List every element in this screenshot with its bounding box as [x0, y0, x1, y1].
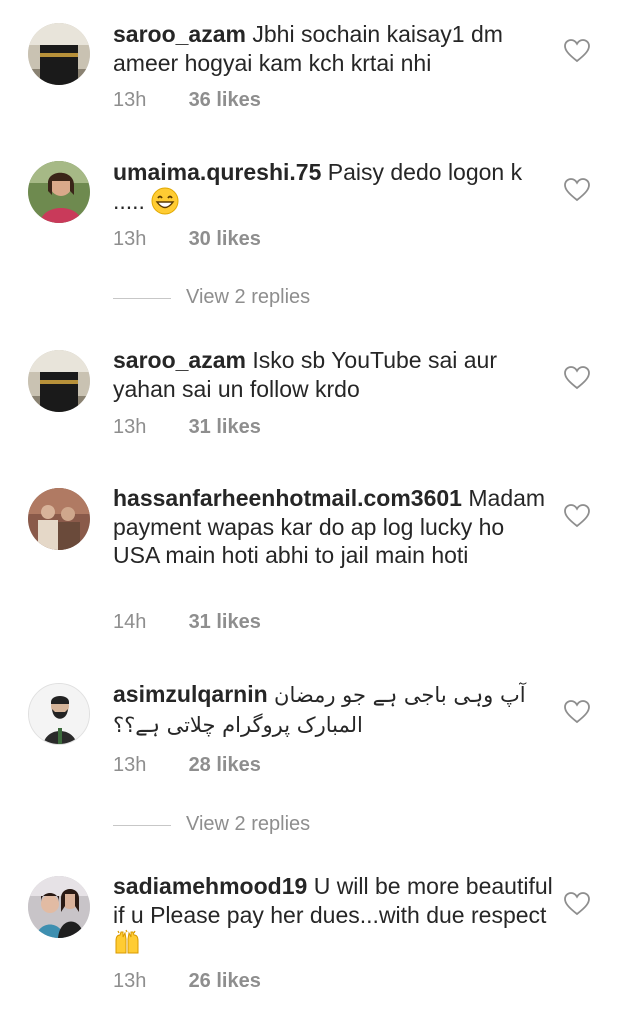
comment-likes[interactable]: 31 likes	[189, 611, 261, 633]
comment-username[interactable]: umaima.qureshi.75	[113, 159, 321, 185]
comment-likes[interactable]: 26 likes	[189, 970, 261, 992]
view-replies-label: View 2 replies	[186, 813, 311, 835]
comment-likes[interactable]: 36 likes	[189, 89, 261, 111]
grinning-face-emoji	[151, 187, 179, 222]
avatar[interactable]	[28, 161, 90, 223]
comment-time: 14h	[113, 611, 147, 633]
family-photo-icon	[28, 488, 90, 550]
comment-time: 13h	[113, 89, 147, 111]
comment-username[interactable]: sadiamehmood19	[113, 873, 307, 899]
bearded-man-icon	[29, 684, 89, 744]
comment-time: 13h	[113, 754, 147, 776]
comment-time: 13h	[113, 416, 147, 438]
like-heart-icon[interactable]	[564, 892, 590, 916]
comment-meta: 13h 28 likes	[113, 754, 261, 777]
comment-likes[interactable]: 30 likes	[189, 228, 261, 250]
comment-text: asimzulqarnin آپ وہی باجی ہے جو رمضان ال…	[113, 680, 553, 739]
comment-time: 13h	[113, 228, 147, 250]
avatar[interactable]	[28, 488, 90, 550]
view-replies-button[interactable]: View 2 replies	[113, 811, 413, 841]
comments-list: saroo_azam Jbhi sochain kaisay1 dm ameer…	[0, 0, 626, 1024]
comment-meta: 13h 31 likes	[113, 416, 261, 439]
like-heart-icon[interactable]	[564, 700, 590, 724]
like-heart-icon[interactable]	[564, 366, 590, 390]
comment-text: hassanfarheenhotmail.com3601 Madam payme…	[113, 484, 553, 570]
comment-meta: 13h 26 likes	[113, 970, 261, 993]
like-heart-icon[interactable]	[564, 178, 590, 202]
like-heart-icon[interactable]	[564, 504, 590, 528]
comment-likes[interactable]: 31 likes	[189, 416, 261, 438]
comment-username[interactable]: asimzulqarnin	[113, 681, 268, 707]
two-girls-photo-icon	[28, 876, 90, 938]
comment-username[interactable]: hassanfarheenhotmail.com3601	[113, 485, 462, 511]
comment-text: sadiamehmood19 U will be more beautiful …	[113, 872, 553, 964]
comment-text: saroo_azam Jbhi sochain kaisay1 dm ameer…	[113, 20, 553, 77]
comment-likes[interactable]: 28 likes	[189, 754, 261, 776]
avatar[interactable]	[28, 350, 90, 412]
comment-text: umaima.qureshi.75 Paisy dedo logon k ...…	[113, 158, 553, 221]
replies-divider	[113, 298, 171, 299]
comment-username[interactable]: saroo_azam	[113, 21, 246, 47]
avatar[interactable]	[28, 683, 90, 745]
comment-time: 13h	[113, 970, 147, 992]
replies-divider	[113, 825, 171, 826]
comment-text: saroo_azam Isko sb YouTube sai aur yahan…	[113, 346, 553, 403]
comment-meta: 14h 31 likes	[113, 611, 261, 634]
like-heart-icon[interactable]	[564, 39, 590, 63]
comment-meta: 13h 36 likes	[113, 89, 261, 112]
avatar[interactable]	[28, 876, 90, 938]
comment-username[interactable]: saroo_azam	[113, 347, 246, 373]
comment-meta: 13h 30 likes	[113, 228, 261, 251]
view-replies-button[interactable]: View 2 replies	[113, 284, 413, 314]
woman-photo-icon	[28, 161, 90, 223]
view-replies-label: View 2 replies	[186, 286, 311, 308]
raising-hands-emoji	[113, 929, 141, 964]
kaaba-icon	[28, 350, 90, 412]
avatar[interactable]	[28, 23, 90, 85]
kaaba-icon	[28, 23, 90, 85]
